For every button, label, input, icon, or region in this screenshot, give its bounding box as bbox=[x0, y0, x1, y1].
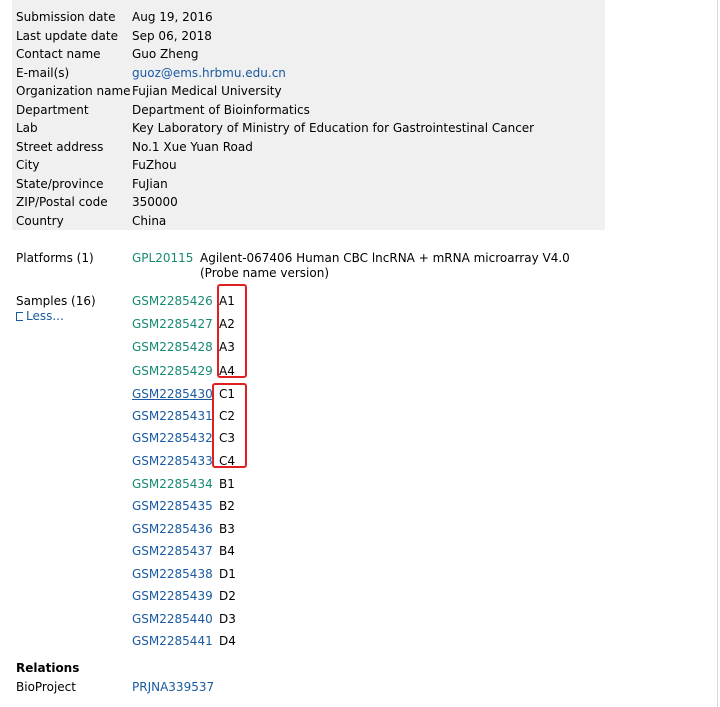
info-value: Department of Bioinformatics bbox=[132, 102, 310, 117]
sample-title: D1 bbox=[219, 566, 236, 581]
info-row-department: Department Department of Bioinformatics bbox=[12, 101, 605, 120]
info-label: E-mail(s) bbox=[16, 65, 70, 80]
info-label: Contact name bbox=[16, 47, 101, 61]
sample-row: GSM2285434 B1 bbox=[132, 475, 235, 493]
info-value: Sep 06, 2018 bbox=[132, 28, 212, 43]
sample-title: B3 bbox=[219, 521, 235, 536]
collapse-icon bbox=[16, 312, 23, 321]
info-row-lab: Lab Key Laboratory of Ministry of Educat… bbox=[12, 119, 605, 138]
sample-row: GSM2285439 D2 bbox=[132, 587, 236, 605]
info-row-contact-name: Contact name Guo Zheng bbox=[12, 45, 605, 64]
sample-row: GSM2285435 B2 bbox=[132, 497, 235, 515]
info-value: China bbox=[132, 213, 167, 228]
sample-row: GSM2285438 D1 bbox=[132, 565, 236, 583]
sample-row: GSM2285440 D3 bbox=[132, 610, 236, 628]
sample-link[interactable]: GSM2285439 bbox=[132, 587, 217, 605]
sample-link[interactable]: GSM2285429 bbox=[132, 362, 217, 380]
samples-label: Samples (16) bbox=[16, 294, 96, 308]
info-label: Submission date bbox=[16, 10, 116, 24]
contact-info-panel: Submission date Aug 19, 2016 Last update… bbox=[12, 0, 605, 230]
info-label: ZIP/Postal code bbox=[16, 195, 108, 209]
sample-title: D4 bbox=[219, 634, 236, 648]
bioproject-link[interactable]: PRJNA339537 bbox=[132, 680, 214, 694]
sample-link[interactable]: GSM2285441 bbox=[132, 632, 217, 650]
info-value: FuZhou bbox=[132, 158, 177, 172]
info-row-organization: Organization name Fujian Medical Univers… bbox=[12, 82, 605, 101]
platform-link[interactable]: GPL20115 bbox=[132, 251, 193, 265]
sample-link[interactable]: GSM2285440 bbox=[132, 610, 217, 628]
sample-link[interactable]: GSM2285432 bbox=[132, 429, 217, 447]
info-value: 350000 bbox=[132, 195, 178, 209]
sample-title: D3 bbox=[219, 611, 236, 626]
info-row-zip: ZIP/Postal code 350000 bbox=[12, 193, 605, 212]
info-value: Aug 19, 2016 bbox=[132, 10, 213, 24]
sample-link[interactable]: GSM2285427 bbox=[132, 315, 217, 333]
sample-link[interactable]: GSM2285431 bbox=[132, 407, 217, 425]
less-toggle[interactable]: Less... bbox=[16, 309, 64, 323]
info-label: Department bbox=[16, 102, 89, 117]
info-value: Fujian Medical University bbox=[132, 84, 282, 98]
relations-heading: Relations bbox=[16, 661, 80, 675]
platform-title-line2: (Probe name version) bbox=[200, 266, 330, 280]
platform-title: Agilent-067406 Human CBC lncRNA + mRNA m… bbox=[200, 251, 570, 265]
sample-row: GSM2285441 D4 bbox=[132, 632, 236, 650]
sample-link[interactable]: GSM2285436 bbox=[132, 520, 217, 538]
bioproject-label: BioProject bbox=[16, 680, 76, 694]
info-row-country: Country China bbox=[12, 212, 605, 231]
sample-title: B1 bbox=[219, 476, 235, 491]
info-value: FuJian bbox=[132, 176, 168, 191]
sample-link[interactable]: GSM2285426 bbox=[132, 292, 217, 310]
sample-link[interactable]: GSM2285435 bbox=[132, 497, 217, 515]
info-label: Lab bbox=[16, 121, 38, 135]
sample-link[interactable]: GSM2285438 bbox=[132, 565, 217, 583]
info-label: Last update date bbox=[16, 28, 118, 43]
sample-link[interactable]: GSM2285433 bbox=[132, 452, 217, 470]
info-label: City bbox=[16, 158, 40, 172]
sample-title: D2 bbox=[219, 589, 236, 603]
info-label: Organization name bbox=[16, 84, 131, 98]
info-value: No.1 Xue Yuan Road bbox=[132, 139, 253, 154]
highlight-box-a-group bbox=[217, 284, 247, 378]
info-label: Street address bbox=[16, 139, 104, 154]
sample-title: B4 bbox=[219, 544, 235, 558]
sample-link[interactable]: GSM2285430 bbox=[132, 385, 217, 403]
info-row-city: City FuZhou bbox=[12, 156, 605, 175]
sample-row: GSM2285437 B4 bbox=[132, 542, 235, 560]
info-value: Key Laboratory of Ministry of Education … bbox=[132, 121, 535, 135]
sample-row: GSM2285436 B3 bbox=[132, 520, 235, 538]
info-row-state: State/province FuJian bbox=[12, 175, 605, 194]
info-row-street-address: Street address No.1 Xue Yuan Road bbox=[12, 138, 605, 157]
sample-link[interactable]: GSM2285428 bbox=[132, 338, 217, 356]
sample-link[interactable]: GSM2285437 bbox=[132, 542, 217, 560]
info-label: Country bbox=[16, 213, 64, 228]
sample-link[interactable]: GSM2285434 bbox=[132, 475, 217, 493]
less-label: Less... bbox=[26, 309, 64, 323]
highlight-box-c-group bbox=[212, 383, 247, 468]
platforms-label: Platforms (1) bbox=[16, 251, 94, 265]
info-label: State/province bbox=[16, 176, 104, 191]
info-row-email: E-mail(s) guoz@ems.hrbmu.edu.cn bbox=[12, 64, 605, 83]
info-value: Guo Zheng bbox=[132, 47, 199, 61]
page-right-border bbox=[717, 0, 718, 707]
sample-title: B2 bbox=[219, 499, 235, 513]
info-row-last-update-date: Last update date Sep 06, 2018 bbox=[12, 27, 605, 46]
info-row-submission-date: Submission date Aug 19, 2016 bbox=[12, 8, 605, 27]
email-link[interactable]: guoz@ems.hrbmu.edu.cn bbox=[132, 64, 286, 83]
